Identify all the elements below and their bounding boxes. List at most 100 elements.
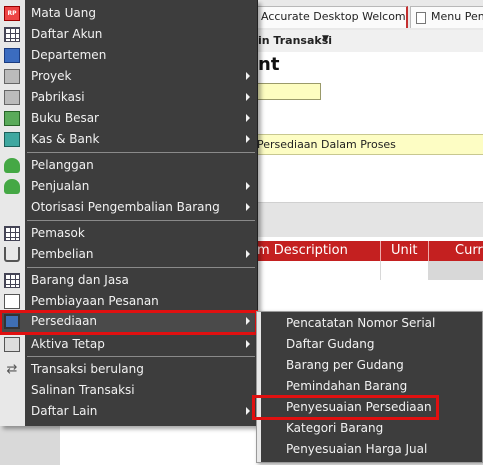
sales-icon xyxy=(4,179,20,194)
menu-item-label: Daftar Akun xyxy=(31,27,103,41)
form-grey-section xyxy=(252,202,483,237)
submenu-arrow-icon xyxy=(246,72,250,80)
menu-item-label: Barang dan Jasa xyxy=(31,273,129,287)
tab-label: Menu Peng xyxy=(431,10,483,23)
tab-menu-peng[interactable]: Menu Peng xyxy=(410,6,483,28)
menu-item-barang-jasa[interactable]: Barang dan Jasa xyxy=(0,270,257,291)
order-financing-icon xyxy=(4,294,20,309)
menu-item-label: Transaksi berulang xyxy=(31,362,144,376)
transaction-dropdown-label[interactable]: in Transaksi xyxy=(258,34,332,47)
menu-item-pembelian[interactable]: Pembelian xyxy=(0,244,257,265)
menu-separator xyxy=(27,267,255,268)
main-list-menu: RP Mata Uang Daftar Akun Departemen Proy… xyxy=(0,0,258,426)
grid-header: m Description Unit Curr xyxy=(252,241,483,261)
column-divider xyxy=(380,241,381,261)
submenu-arrow-icon xyxy=(246,135,250,143)
submenu-item-label: Barang per Gudang xyxy=(286,358,404,372)
tab-accurate-welcome[interactable]: Accurate Desktop Welcome... xyxy=(252,6,408,28)
submenu-item-pencatatan-nomor-serial[interactable]: Pencatatan Nomor Serial xyxy=(257,313,482,334)
menu-item-label: Kas & Bank xyxy=(31,132,100,146)
submenu-arrow-icon xyxy=(246,340,250,348)
column-header-currency[interactable]: Curr xyxy=(455,243,483,258)
submenu-arrow-icon xyxy=(246,93,250,101)
menu-item-pembiayaan-pesanan[interactable]: Pembiayaan Pesanan xyxy=(0,291,257,312)
fixed-asset-house-icon xyxy=(4,337,20,352)
menu-item-label: Pembelian xyxy=(31,247,94,261)
menu-item-departemen[interactable]: Departemen xyxy=(0,45,257,66)
form-input-field[interactable] xyxy=(252,83,321,100)
customer-icon xyxy=(4,158,20,173)
menu-item-transaksi-berulang[interactable]: ⇄ Transaksi berulang xyxy=(0,359,257,380)
submenu-item-pemindahan-barang[interactable]: Pemindahan Barang xyxy=(257,376,482,397)
menu-item-label: Salinan Transaksi xyxy=(31,383,135,397)
table-row[interactable] xyxy=(252,261,483,280)
other-list-icon xyxy=(4,404,20,419)
menu-item-buku-besar[interactable]: Buku Besar xyxy=(0,108,257,129)
menu-item-salinan-transaksi[interactable]: Salinan Transaksi xyxy=(0,380,257,401)
menu-item-label: Persediaan xyxy=(31,314,98,328)
menu-item-mata-uang[interactable]: RP Mata Uang xyxy=(0,3,257,24)
menu-item-pemasok[interactable]: Pemasok xyxy=(0,223,257,244)
submenu-item-label: Kategori Barang xyxy=(286,421,384,435)
menu-item-label: Proyek xyxy=(31,69,72,83)
menu-item-label: Aktiva Tetap xyxy=(31,337,105,351)
menu-item-daftar-lain[interactable]: Daftar Lain xyxy=(0,401,257,422)
submenu-item-penyesuaian-persediaan[interactable]: Penyesuaian Persediaan xyxy=(252,395,439,420)
menu-item-kas-bank[interactable]: Kas & Bank xyxy=(0,129,257,150)
menu-item-label: Pemasok xyxy=(31,226,85,240)
grid-cell-border xyxy=(380,261,381,280)
items-grid-icon xyxy=(4,273,20,288)
menu-item-label: Pembiayaan Pesanan xyxy=(31,294,159,308)
caret-down-icon[interactable]: ▼ xyxy=(322,34,329,44)
manufacturing-icon xyxy=(4,90,20,105)
recurring-arrows-icon: ⇄ xyxy=(6,362,18,377)
department-icon xyxy=(4,48,20,63)
menu-item-aktiva-tetap[interactable]: Aktiva Tetap xyxy=(0,334,257,355)
tab-label: Accurate Desktop Welcome... xyxy=(261,10,408,23)
submenu-item-label: Pencatatan Nomor Serial xyxy=(286,316,436,330)
document-icon xyxy=(416,12,426,24)
column-header-unit[interactable]: Unit xyxy=(391,243,417,258)
submenu-arrow-icon xyxy=(246,182,250,190)
menu-item-otorisasi-pengembalian[interactable]: Otorisasi Pengembalian Barang xyxy=(0,197,257,218)
menu-separator xyxy=(27,152,255,153)
rp-currency-icon: RP xyxy=(4,6,20,21)
menu-item-label: Buku Besar xyxy=(31,111,99,125)
menu-item-label: Departemen xyxy=(31,48,107,62)
wip-inventory-band: Persediaan Dalam Proses xyxy=(252,134,483,155)
submenu-item-label: Penyesuaian Persediaan xyxy=(286,400,432,414)
cart-icon xyxy=(4,247,20,262)
submenu-arrow-icon xyxy=(246,203,250,211)
column-header-description[interactable]: m Description xyxy=(257,243,348,258)
menu-item-persediaan[interactable]: Persediaan xyxy=(0,310,258,335)
account-list-icon xyxy=(4,27,20,42)
supplier-icon xyxy=(4,226,20,241)
menu-item-daftar-akun[interactable]: Daftar Akun xyxy=(0,24,257,45)
submenu-item-penyesuaian-harga-jual[interactable]: Penyesuaian Harga Jual xyxy=(257,439,482,460)
form-title: nt xyxy=(258,54,280,75)
menu-item-label: Pabrikasi xyxy=(31,90,85,104)
persediaan-submenu: Pencatatan Nomor Serial Daftar Gudang Ba… xyxy=(252,311,483,463)
submenu-item-label: Penyesuaian Harga Jual xyxy=(286,442,428,456)
menu-item-label: Otorisasi Pengembalian Barang xyxy=(31,200,220,214)
grid-cell-disabled xyxy=(428,261,483,280)
project-icon xyxy=(4,69,20,84)
submenu-item-kategori-barang[interactable]: Kategori Barang xyxy=(257,418,482,439)
menu-item-pelanggan[interactable]: Pelanggan xyxy=(0,155,257,176)
submenu-arrow-icon xyxy=(246,317,250,325)
menu-item-proyek[interactable]: Proyek xyxy=(0,66,257,87)
menu-separator xyxy=(27,220,255,221)
menu-item-label: Mata Uang xyxy=(31,6,96,20)
submenu-item-daftar-gudang[interactable]: Daftar Gudang xyxy=(257,334,482,355)
menu-item-pabrikasi[interactable]: Pabrikasi xyxy=(0,87,257,108)
submenu-item-barang-per-gudang[interactable]: Barang per Gudang xyxy=(257,355,482,376)
ledger-icon xyxy=(4,111,20,126)
menu-item-penjualan[interactable]: Penjualan xyxy=(0,176,257,197)
inventory-monitor-icon xyxy=(4,314,20,329)
menu-item-label: Pelanggan xyxy=(31,158,94,172)
column-divider xyxy=(428,241,429,261)
menu-separator xyxy=(27,356,255,357)
transaction-copy-icon xyxy=(4,383,20,398)
menu-item-label: Daftar Lain xyxy=(31,404,98,418)
submenu-item-label: Daftar Gudang xyxy=(286,337,375,351)
